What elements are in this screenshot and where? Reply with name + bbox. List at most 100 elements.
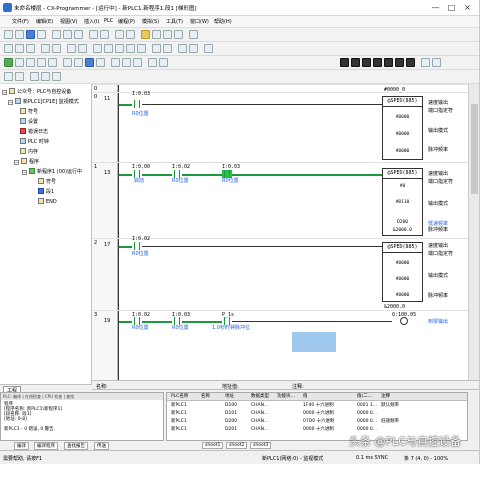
copy-icon[interactable] bbox=[63, 30, 72, 39]
replace-icon[interactable] bbox=[126, 30, 135, 39]
watch-cell[interactable]: 0000 十六进制 bbox=[303, 410, 334, 418]
ladder-editor[interactable]: 0 0 11 I:0.03 R0位置 @SPED(885) #0000 #000… bbox=[92, 84, 468, 380]
rung-below-icon[interactable] bbox=[41, 72, 50, 81]
redo-icon[interactable] bbox=[100, 30, 109, 39]
sim-step-in-icon[interactable] bbox=[384, 58, 393, 67]
menu-insert[interactable]: 插入(I) bbox=[84, 18, 99, 25]
scrollbar-thumb[interactable] bbox=[471, 104, 478, 194]
work-online-icon[interactable] bbox=[4, 58, 13, 67]
watch-row[interactable]: 新PLC1 D200 CHAN... 07D0 十六进制 0000 0... 低… bbox=[167, 418, 467, 426]
menu-window[interactable]: 窗口(W) bbox=[190, 18, 209, 25]
watch-cell[interactable]: 0000 十六进制 bbox=[303, 426, 334, 434]
grid-icon[interactable] bbox=[26, 44, 35, 53]
collapse-icon[interactable]: − bbox=[14, 160, 19, 165]
differentiate-icon[interactable] bbox=[189, 44, 198, 53]
rung-above-icon[interactable] bbox=[30, 72, 39, 81]
tree-item-programs[interactable]: − 程序 bbox=[14, 158, 39, 167]
address-ref-icon[interactable] bbox=[174, 30, 183, 39]
sim-step-icon[interactable] bbox=[373, 58, 382, 67]
close-button[interactable]: × bbox=[462, 2, 473, 13]
mnemonics-icon[interactable] bbox=[78, 44, 87, 53]
coil-nc-icon[interactable] bbox=[126, 44, 135, 53]
horizontal-line-icon[interactable] bbox=[163, 44, 172, 53]
help-icon[interactable] bbox=[189, 30, 198, 39]
sim-run-icon[interactable] bbox=[340, 58, 349, 67]
show-comments-icon[interactable] bbox=[41, 44, 50, 53]
col-header[interactable]: 注释 bbox=[381, 393, 390, 401]
sped-block[interactable]: @SPED(885) #0000 #0000 #0000 bbox=[382, 96, 423, 160]
delete-rung-icon[interactable] bbox=[52, 72, 61, 81]
menu-plc[interactable]: PLC bbox=[104, 18, 113, 24]
collapse-icon[interactable]: − bbox=[22, 170, 27, 175]
tab-transfer[interactable]: 传送 bbox=[94, 442, 109, 450]
force-cancel-icon[interactable] bbox=[133, 58, 142, 67]
program-mode-icon[interactable] bbox=[63, 58, 72, 67]
online-edit-icon[interactable] bbox=[15, 58, 24, 67]
col-header[interactable]: 地址 bbox=[225, 393, 234, 401]
cut-icon[interactable] bbox=[52, 30, 61, 39]
col-header[interactable]: 功能块... bbox=[277, 393, 295, 401]
open-file-icon[interactable] bbox=[15, 30, 24, 39]
paste-icon[interactable] bbox=[74, 30, 83, 39]
output-coil[interactable] bbox=[400, 317, 408, 325]
compile-all-icon[interactable] bbox=[159, 58, 168, 67]
sped-block[interactable]: @SPED(885) #0 #0110 D200 &2000.0 bbox=[382, 168, 423, 236]
tab-compile[interactable]: 编译 bbox=[14, 442, 29, 450]
col-header[interactable]: 值 bbox=[303, 393, 308, 401]
vertical-line-icon[interactable] bbox=[152, 44, 161, 53]
save-icon[interactable] bbox=[26, 30, 35, 39]
sim-step-out-icon[interactable] bbox=[395, 58, 404, 67]
tree-item-local-symbols[interactable]: 符号 bbox=[38, 178, 56, 187]
new-file-icon[interactable] bbox=[4, 30, 13, 39]
line-connect-icon[interactable] bbox=[204, 44, 213, 53]
run-mode-icon[interactable] bbox=[96, 58, 105, 67]
menu-program[interactable]: 编程(P) bbox=[118, 18, 135, 25]
rung-comment-icon[interactable] bbox=[52, 44, 61, 53]
tree-item-section1[interactable]: 段1 bbox=[38, 188, 54, 197]
coil-icon[interactable] bbox=[115, 44, 124, 53]
sim-scan-icon[interactable] bbox=[406, 58, 415, 67]
sped-block[interactable]: @SPED(885) #0000 #0000 #0000 bbox=[382, 242, 423, 302]
watch-cell[interactable]: 07D0 十六进制 bbox=[303, 418, 334, 426]
collapse-icon[interactable]: − bbox=[2, 90, 7, 95]
menu-simulation[interactable]: 模拟(S) bbox=[142, 18, 159, 25]
menu-tools[interactable]: 工具(T) bbox=[166, 18, 183, 25]
instruction-icon[interactable] bbox=[137, 44, 146, 53]
tree-item-settings[interactable]: 设置 bbox=[20, 118, 38, 127]
watch-window-icon[interactable] bbox=[163, 30, 172, 39]
output-window-icon[interactable] bbox=[152, 30, 161, 39]
col-header[interactable]: 数据类型 bbox=[251, 393, 269, 401]
watch-cell[interactable]: 1F40 十六进制 bbox=[303, 402, 334, 410]
tab-sheet2[interactable]: sheet2 bbox=[226, 442, 248, 449]
find-icon[interactable] bbox=[115, 30, 124, 39]
contact-nc-icon[interactable] bbox=[104, 44, 113, 53]
menu-file[interactable]: 文件(F) bbox=[12, 18, 29, 25]
ladder-vertical-scrollbar[interactable] bbox=[468, 84, 479, 380]
transfer-from-plc-icon[interactable] bbox=[37, 58, 46, 67]
watch-row[interactable]: 新PLC1 D101 CHAN... 0000 十六进制 0000 0... bbox=[167, 410, 467, 418]
print-icon[interactable] bbox=[37, 30, 46, 39]
contact-no[interactable] bbox=[132, 100, 142, 108]
monitor-icon[interactable] bbox=[67, 44, 76, 53]
tab-find-report[interactable]: 查找报告 bbox=[64, 442, 88, 450]
col-header[interactable]: 值(二... bbox=[357, 393, 372, 401]
compile-icon[interactable] bbox=[148, 58, 157, 67]
maximize-button[interactable]: □ bbox=[446, 2, 457, 13]
col-header[interactable]: PLC名称 bbox=[171, 393, 188, 401]
tree-item-plc-clock[interactable]: PLC 时钟 bbox=[20, 138, 49, 147]
tree-item-end[interactable]: END bbox=[38, 198, 57, 207]
tree-item-symbols[interactable]: 符号 bbox=[20, 108, 38, 117]
tab-sheet1[interactable]: sheet1 bbox=[202, 442, 224, 449]
transfer-to-plc-icon[interactable] bbox=[26, 58, 35, 67]
select-icon[interactable] bbox=[4, 72, 13, 81]
contact-no[interactable] bbox=[132, 242, 142, 250]
compare-icon[interactable] bbox=[48, 58, 57, 67]
contact-no-icon[interactable] bbox=[93, 44, 102, 53]
menu-view[interactable]: 视图(V) bbox=[60, 18, 77, 25]
zoom-in-icon[interactable] bbox=[4, 44, 13, 53]
clear-breakpoints-icon[interactable] bbox=[432, 58, 441, 67]
menu-help[interactable]: 帮助(H) bbox=[214, 18, 232, 25]
tree-item-program1[interactable]: − 新程序1 (00)运行中 bbox=[22, 168, 82, 177]
zoom-out-icon[interactable] bbox=[15, 44, 24, 53]
tree-item-project[interactable]: − 公众号：PLC与自控设备 bbox=[2, 88, 71, 97]
